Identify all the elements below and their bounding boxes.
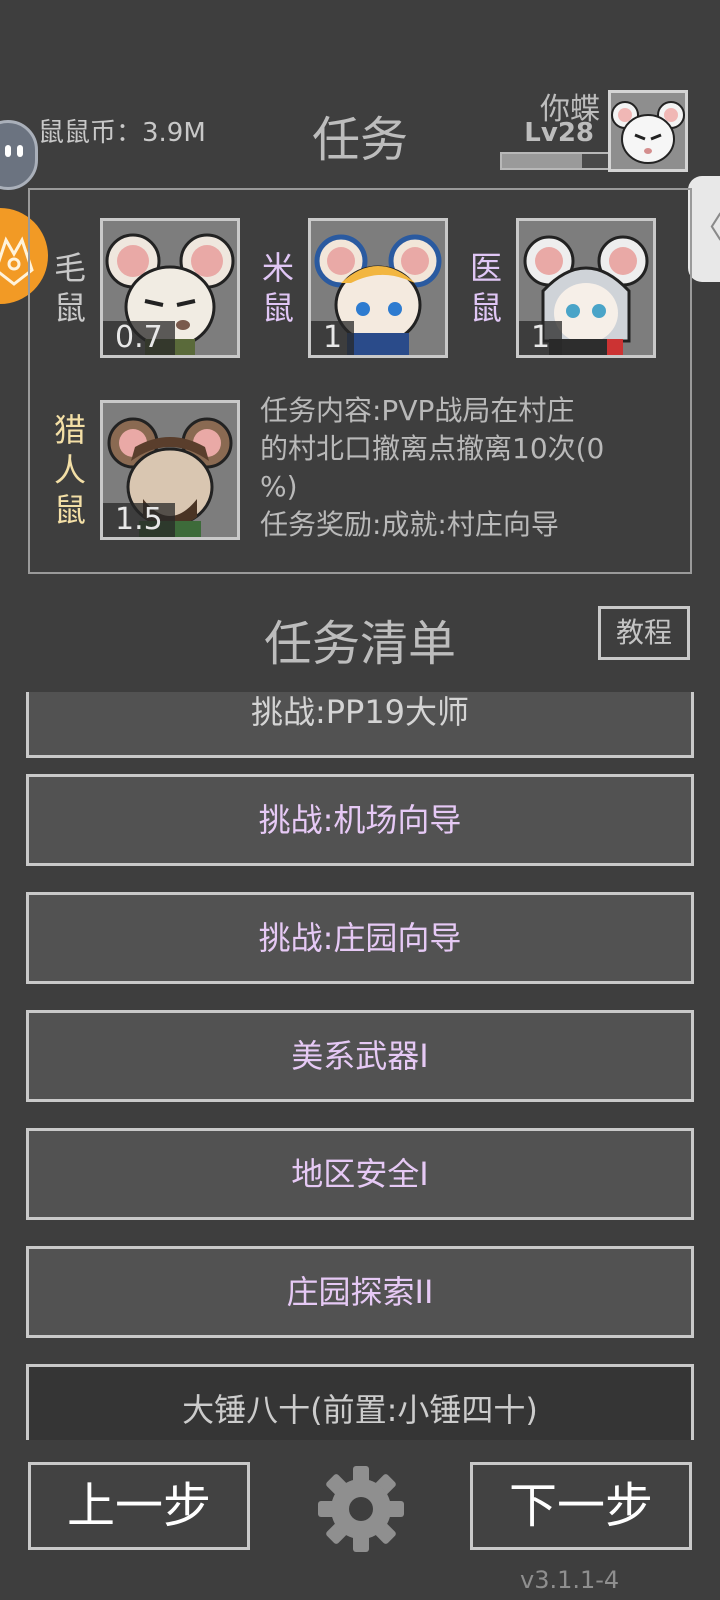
member-name-char: 毛	[53, 249, 86, 287]
robot-eye	[5, 145, 11, 157]
prev-step-button[interactable]: 上一步	[28, 1462, 250, 1550]
mouse-portrait-icon	[611, 101, 685, 164]
member-name-char: 人	[53, 451, 86, 489]
version-label: v3.1.1-4	[520, 1566, 620, 1594]
member-card[interactable]: 0.7	[100, 218, 240, 358]
task-reward: 任务奖励:成就:村庄向导	[260, 508, 559, 541]
task-content-line: 的村北口撤离点撤离10次(0	[260, 432, 605, 465]
member-name-char: 鼠	[53, 289, 86, 327]
member-value: 1.5	[103, 503, 175, 537]
member-name-char: 米	[261, 249, 294, 287]
member-name: 米 鼠	[258, 248, 298, 328]
member-name-char: 猎	[53, 411, 86, 449]
task-item[interactable]: 庄园探索II	[26, 1246, 694, 1338]
member-name: 医 鼠	[466, 248, 506, 328]
member-name-char: 鼠	[53, 491, 86, 529]
task-item[interactable]: 美系武器I	[26, 1010, 694, 1102]
gear-shape	[318, 1466, 404, 1552]
task-item[interactable]: 挑战:PP19大师	[26, 692, 694, 758]
member-value: 0.7	[103, 321, 175, 355]
task-item[interactable]: 挑战:庄园向导	[26, 892, 694, 984]
member-name: 猎 人 鼠	[50, 410, 90, 530]
member-value: 1	[311, 321, 355, 355]
tutorial-button[interactable]: 教程	[598, 606, 690, 660]
member-card[interactable]: 1.5	[100, 400, 240, 540]
collapse-panel-tab[interactable]: 〈	[688, 176, 720, 282]
settings-gear-icon[interactable]	[316, 1464, 406, 1554]
member-name-char: 鼠	[469, 289, 502, 327]
player-avatar[interactable]	[608, 90, 688, 172]
task-content-line: 任务内容:PVP战局在村庄	[260, 394, 575, 427]
robot-eye	[17, 145, 23, 157]
task-item[interactable]: 地区安全I	[26, 1128, 694, 1220]
xp-bar	[500, 152, 610, 170]
task-content-line: %)	[260, 470, 298, 503]
player-level: Lv28	[524, 118, 594, 148]
task-description: 任务内容:PVP战局在村庄 的村北口撤离点撤离10次(0 %) 任务奖励:成就:…	[260, 392, 680, 544]
member-name-char: 医	[469, 249, 502, 287]
next-step-button[interactable]: 下一步	[470, 1462, 692, 1550]
task-item[interactable]: 大锤八十(前置:小锤四十)	[26, 1364, 694, 1440]
task-item[interactable]: 挑战:机场向导	[26, 774, 694, 866]
member-value: 1	[519, 321, 563, 355]
task-list[interactable]: 挑战:PP19大师 挑战:机场向导 挑战:庄园向导 美系武器I 地区安全I 庄园…	[0, 692, 720, 1440]
member-name: 毛 鼠	[50, 248, 90, 328]
member-name-char: 鼠	[261, 289, 294, 327]
member-card[interactable]: 1	[308, 218, 448, 358]
xp-bar-fill	[502, 154, 582, 168]
member-card[interactable]: 1	[516, 218, 656, 358]
